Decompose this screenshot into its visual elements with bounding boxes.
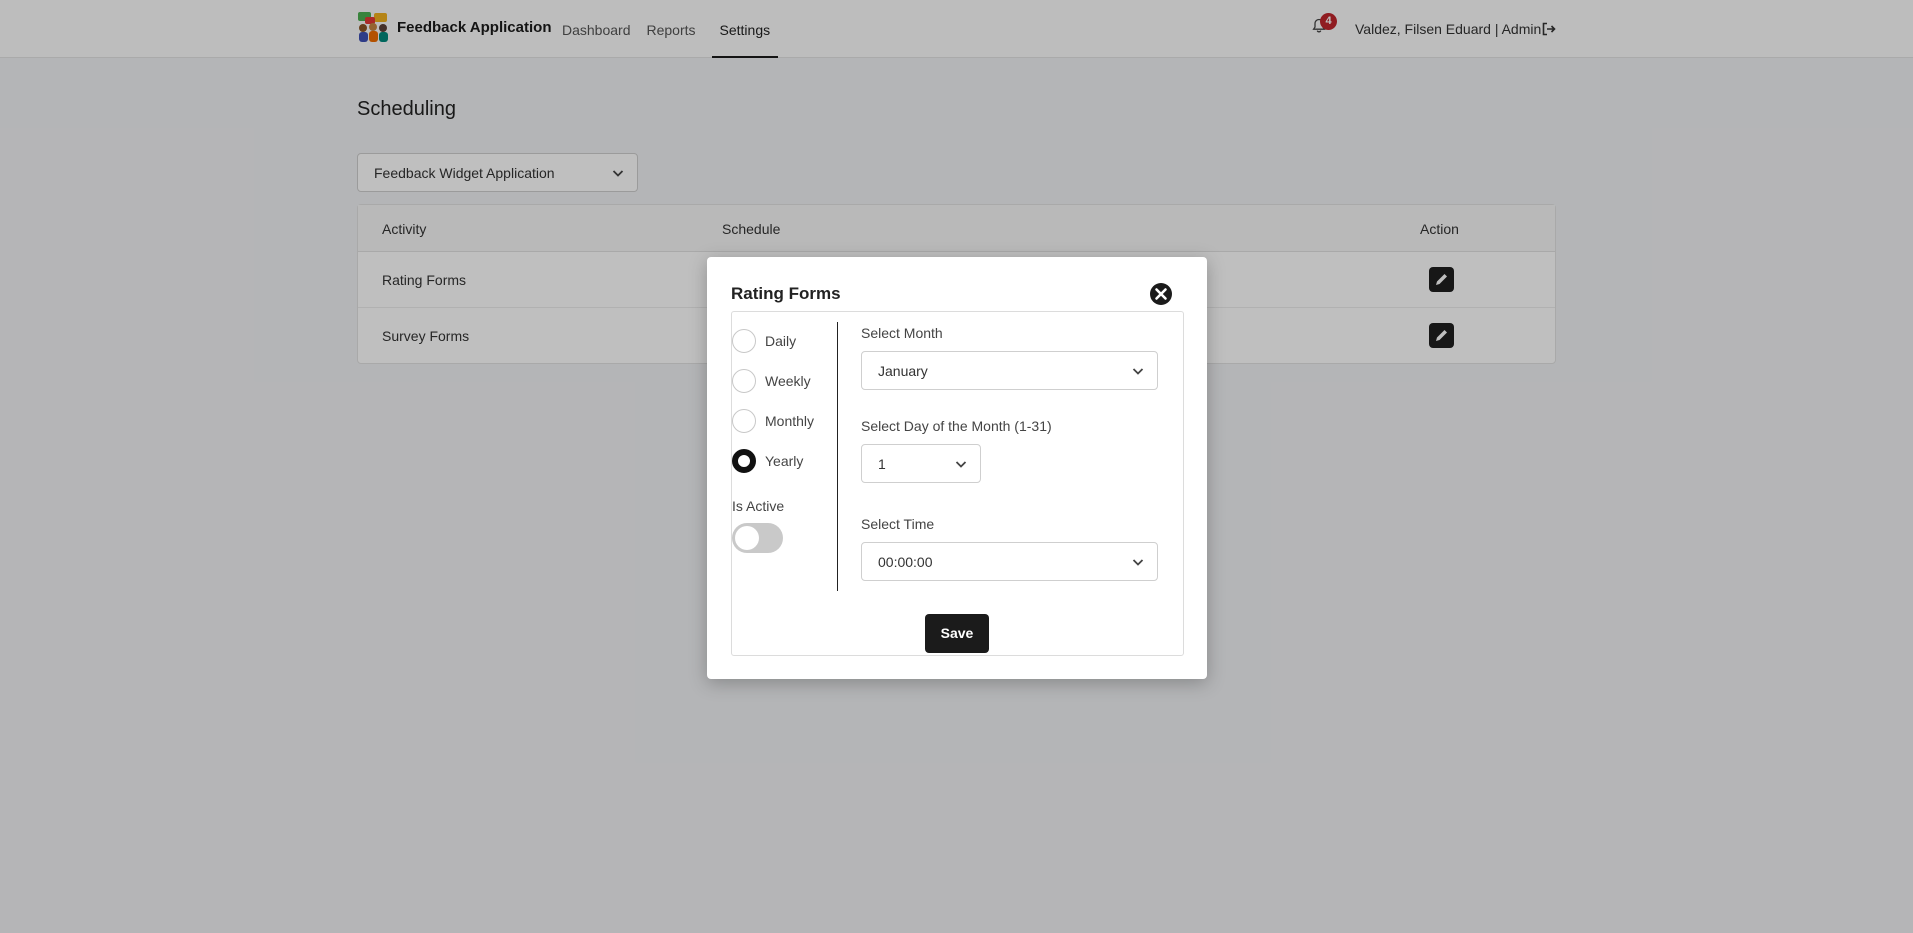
- schedule-modal: Rating Forms Daily Weekly Monthly Yearly…: [707, 257, 1207, 679]
- frequency-weekly-radio[interactable]: Weekly: [732, 369, 811, 393]
- radio-label: Monthly: [765, 413, 815, 429]
- time-select[interactable]: 00:00:00: [861, 542, 1158, 581]
- radio-circle: [732, 409, 756, 433]
- day-select-value: 1: [878, 456, 886, 472]
- day-label: Select Day of the Month (1-31): [861, 418, 1052, 434]
- frequency-yearly-radio[interactable]: Yearly: [732, 449, 803, 473]
- save-button[interactable]: Save: [925, 614, 989, 653]
- month-select[interactable]: January: [861, 351, 1158, 390]
- day-select[interactable]: 1: [861, 444, 981, 483]
- month-label: Select Month: [861, 325, 943, 341]
- chevron-down-icon: [1132, 368, 1144, 375]
- schedule-form: Daily Weekly Monthly Yearly Is Active Se…: [731, 311, 1184, 656]
- close-icon[interactable]: [1149, 282, 1173, 306]
- chevron-down-icon: [955, 461, 967, 468]
- is-active-label: Is Active: [732, 498, 785, 514]
- radio-label: Daily: [765, 333, 797, 349]
- frequency-daily-radio[interactable]: Daily: [732, 329, 796, 353]
- radio-circle: [732, 369, 756, 393]
- radio-label: Weekly: [765, 373, 811, 389]
- month-select-value: January: [878, 363, 928, 379]
- radio-circle: [732, 329, 756, 353]
- time-label: Select Time: [861, 516, 935, 532]
- divider: [837, 322, 838, 591]
- radio-label: Yearly: [765, 453, 804, 469]
- chevron-down-icon: [1132, 559, 1144, 566]
- toggle-knob: [735, 526, 759, 550]
- is-active-toggle[interactable]: [732, 523, 783, 553]
- radio-circle-selected: [732, 449, 756, 473]
- time-select-value: 00:00:00: [878, 554, 933, 570]
- frequency-monthly-radio[interactable]: Monthly: [732, 409, 814, 433]
- modal-title: Rating Forms: [731, 284, 841, 303]
